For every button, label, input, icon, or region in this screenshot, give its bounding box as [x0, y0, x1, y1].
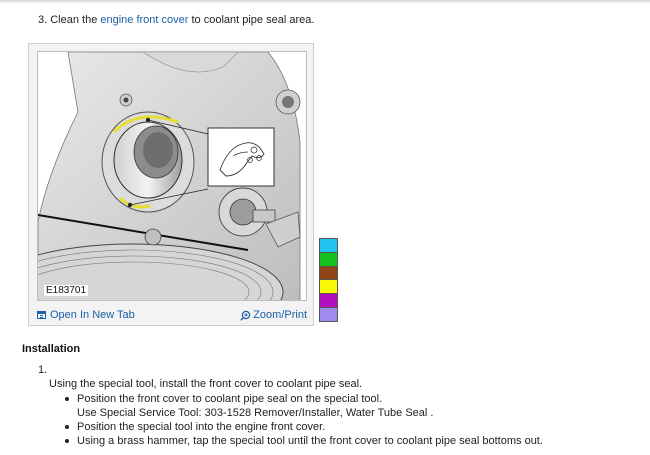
list-item: Position the special tool into the engin…	[65, 420, 543, 434]
list-item: Position the front cover to coolant pipe…	[65, 392, 543, 420]
color-swatch-4	[319, 293, 338, 308]
figure-illustration: E183701	[37, 51, 307, 301]
zoom-print-link[interactable]: Zoom/Print	[240, 309, 307, 321]
step-3-text: 3. Clean the engine front cover to coola…	[38, 14, 314, 26]
step-3-prefix: 3. Clean the	[38, 14, 101, 26]
bullet-text: Using a brass hammer, tap the special to…	[77, 435, 543, 447]
bullet-dot	[65, 397, 69, 401]
engine-cover-drawing	[38, 52, 306, 300]
color-swatch-3	[319, 279, 338, 295]
bullet-text: Position the special tool into the engin…	[77, 421, 326, 433]
figure-container: E183701 Open In New Tab Zoom/Print	[28, 43, 314, 326]
color-swatch-strip	[319, 238, 338, 322]
color-swatch-5	[319, 306, 338, 322]
step-number: 1.	[38, 364, 48, 376]
installation-heading: Installation	[22, 343, 81, 355]
zoom-icon	[240, 310, 251, 321]
bullet-dot	[65, 439, 69, 443]
open-in-new-tab-label: Open In New Tab	[50, 309, 135, 321]
color-swatch-0	[319, 238, 338, 253]
top-bar-shadow	[0, 0, 650, 4]
new-tab-icon	[37, 311, 46, 319]
figure-actions-bar: Open In New Tab Zoom/Print	[29, 306, 313, 324]
engine-front-cover-link[interactable]: engine front cover	[100, 14, 188, 26]
bullet-subtext: Use Special Service Tool: 303-1528 Remov…	[77, 407, 434, 419]
bullet-dot	[65, 425, 69, 429]
color-swatch-2	[319, 265, 338, 281]
step-main-text: Using the special tool, install the fron…	[49, 378, 363, 390]
bullet-text: Position the front cover to coolant pipe…	[77, 393, 383, 405]
step-3-suffix: to coolant pipe seal area.	[188, 14, 315, 26]
color-swatch-1	[319, 251, 338, 267]
open-in-new-tab-link[interactable]: Open In New Tab	[37, 309, 135, 321]
list-item: Using a brass hammer, tap the special to…	[65, 434, 543, 448]
step-bullet-list: Position the front cover to coolant pipe…	[65, 392, 543, 448]
zoom-print-label: Zoom/Print	[253, 309, 307, 321]
figure-id-label: E183701	[44, 285, 89, 296]
